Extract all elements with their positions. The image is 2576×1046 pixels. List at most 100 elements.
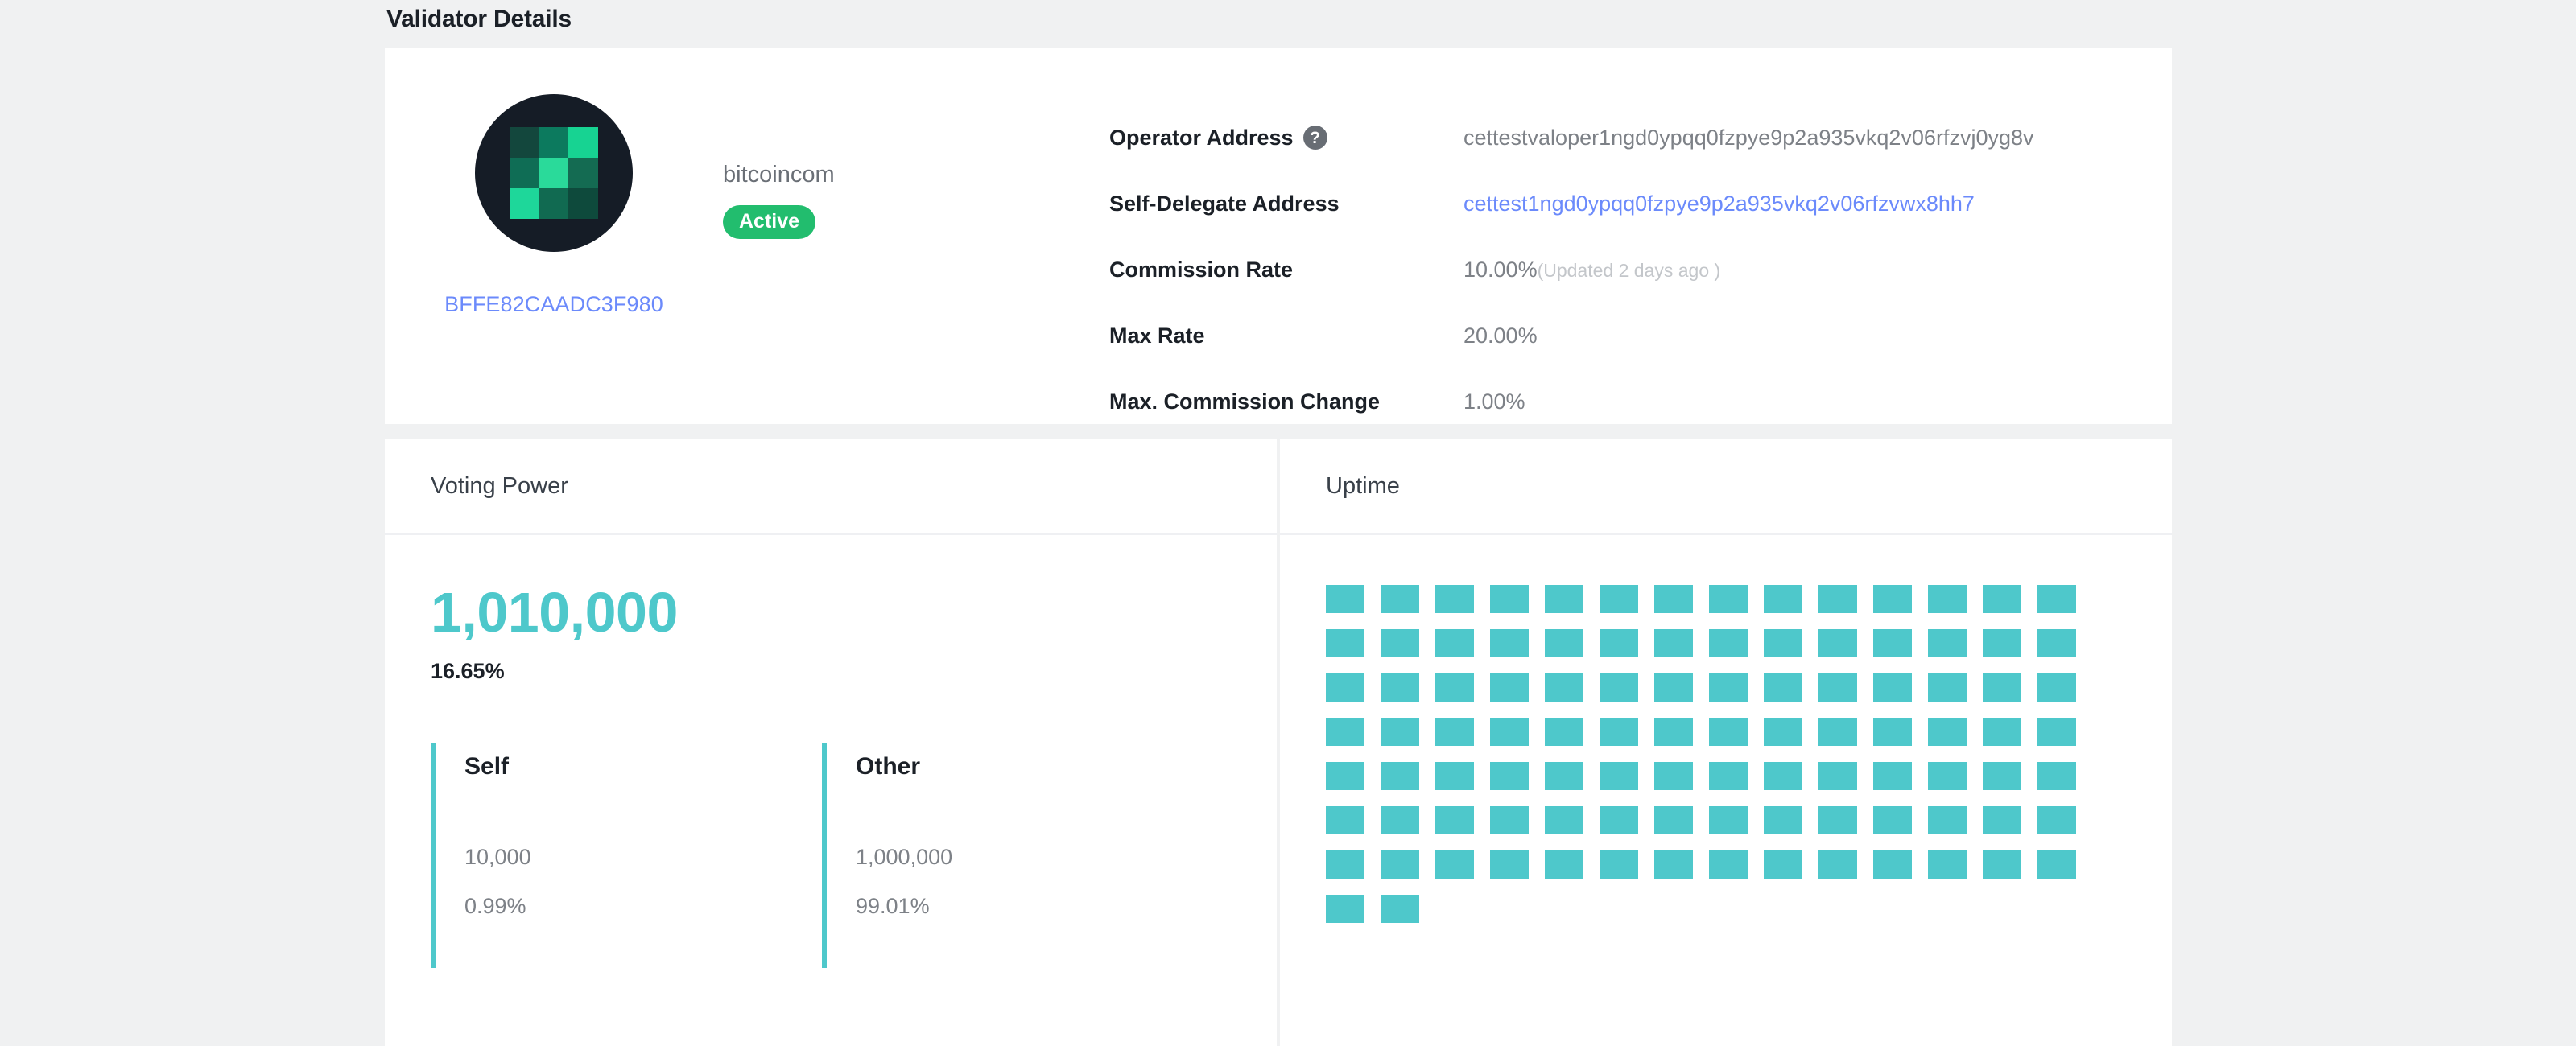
detail-value-link[interactable]: cettest1ngd0ypqq0fzpye9p2a935vkq2v06rfzv… bbox=[1463, 191, 1975, 216]
uptime-block[interactable] bbox=[1545, 762, 1583, 790]
uptime-block[interactable] bbox=[1818, 762, 1857, 790]
uptime-block[interactable] bbox=[1709, 585, 1748, 613]
uptime-block[interactable] bbox=[1709, 629, 1748, 657]
uptime-block[interactable] bbox=[2037, 850, 2076, 879]
uptime-block[interactable] bbox=[1326, 718, 1364, 746]
uptime-block[interactable] bbox=[1654, 718, 1693, 746]
uptime-block[interactable] bbox=[1381, 673, 1419, 702]
uptime-block[interactable] bbox=[1490, 762, 1529, 790]
uptime-block[interactable] bbox=[1326, 673, 1364, 702]
uptime-block[interactable] bbox=[1435, 850, 1474, 879]
uptime-block[interactable] bbox=[1435, 806, 1474, 834]
uptime-block[interactable] bbox=[1435, 762, 1474, 790]
uptime-block[interactable] bbox=[1873, 585, 1912, 613]
uptime-block[interactable] bbox=[1545, 718, 1583, 746]
uptime-block[interactable] bbox=[2037, 806, 2076, 834]
uptime-block[interactable] bbox=[1873, 673, 1912, 702]
uptime-block[interactable] bbox=[1818, 673, 1857, 702]
uptime-block[interactable] bbox=[1709, 806, 1748, 834]
uptime-block[interactable] bbox=[1326, 895, 1364, 923]
uptime-block[interactable] bbox=[1654, 585, 1693, 613]
uptime-block[interactable] bbox=[1709, 673, 1748, 702]
uptime-block[interactable] bbox=[1983, 762, 2021, 790]
uptime-block[interactable] bbox=[1490, 850, 1529, 879]
uptime-block[interactable] bbox=[1490, 585, 1529, 613]
uptime-block[interactable] bbox=[1873, 806, 1912, 834]
uptime-block[interactable] bbox=[1764, 629, 1802, 657]
uptime-block[interactable] bbox=[1818, 850, 1857, 879]
uptime-block[interactable] bbox=[1545, 806, 1583, 834]
uptime-block[interactable] bbox=[1928, 673, 1967, 702]
uptime-block[interactable] bbox=[1654, 673, 1693, 702]
uptime-block[interactable] bbox=[1435, 673, 1474, 702]
uptime-block[interactable] bbox=[1818, 629, 1857, 657]
uptime-block[interactable] bbox=[1381, 850, 1419, 879]
uptime-block[interactable] bbox=[1983, 629, 2021, 657]
uptime-block[interactable] bbox=[1764, 762, 1802, 790]
uptime-block[interactable] bbox=[1928, 806, 1967, 834]
uptime-block[interactable] bbox=[1983, 718, 2021, 746]
uptime-block[interactable] bbox=[1709, 850, 1748, 879]
uptime-block[interactable] bbox=[1545, 673, 1583, 702]
uptime-block[interactable] bbox=[1873, 850, 1912, 879]
uptime-block[interactable] bbox=[1600, 629, 1638, 657]
uptime-block[interactable] bbox=[1928, 718, 1967, 746]
uptime-block[interactable] bbox=[1818, 806, 1857, 834]
uptime-block[interactable] bbox=[1381, 806, 1419, 834]
uptime-block[interactable] bbox=[1600, 762, 1638, 790]
uptime-block[interactable] bbox=[1873, 629, 1912, 657]
uptime-block[interactable] bbox=[1600, 806, 1638, 834]
uptime-block[interactable] bbox=[1873, 762, 1912, 790]
uptime-block[interactable] bbox=[1764, 673, 1802, 702]
uptime-block[interactable] bbox=[1983, 585, 2021, 613]
uptime-block[interactable] bbox=[1490, 718, 1529, 746]
uptime-block[interactable] bbox=[1435, 585, 1474, 613]
uptime-block[interactable] bbox=[1983, 673, 2021, 702]
uptime-block[interactable] bbox=[1764, 718, 1802, 746]
uptime-block[interactable] bbox=[1381, 762, 1419, 790]
uptime-block[interactable] bbox=[1326, 585, 1364, 613]
uptime-block[interactable] bbox=[1928, 850, 1967, 879]
uptime-block[interactable] bbox=[1654, 629, 1693, 657]
uptime-block[interactable] bbox=[1818, 585, 1857, 613]
uptime-block[interactable] bbox=[1709, 762, 1748, 790]
validator-hash-link[interactable]: BFFE82CAADC3F980 bbox=[444, 292, 663, 317]
uptime-block[interactable] bbox=[2037, 718, 2076, 746]
uptime-block[interactable] bbox=[1983, 850, 2021, 879]
uptime-block[interactable] bbox=[1490, 673, 1529, 702]
uptime-block[interactable] bbox=[1600, 718, 1638, 746]
uptime-block[interactable] bbox=[2037, 585, 2076, 613]
uptime-block[interactable] bbox=[1545, 629, 1583, 657]
uptime-block[interactable] bbox=[1381, 718, 1419, 746]
uptime-block[interactable] bbox=[1873, 718, 1912, 746]
uptime-block[interactable] bbox=[1326, 629, 1364, 657]
uptime-block[interactable] bbox=[1764, 806, 1802, 834]
uptime-block[interactable] bbox=[1545, 585, 1583, 613]
uptime-block[interactable] bbox=[1600, 673, 1638, 702]
uptime-block[interactable] bbox=[2037, 629, 2076, 657]
uptime-block[interactable] bbox=[1326, 762, 1364, 790]
uptime-block[interactable] bbox=[1326, 850, 1364, 879]
uptime-block[interactable] bbox=[1764, 850, 1802, 879]
uptime-block[interactable] bbox=[1545, 850, 1583, 879]
uptime-block[interactable] bbox=[1928, 629, 1967, 657]
uptime-block[interactable] bbox=[1818, 718, 1857, 746]
uptime-block[interactable] bbox=[1928, 585, 1967, 613]
uptime-block[interactable] bbox=[2037, 673, 2076, 702]
uptime-block[interactable] bbox=[1381, 629, 1419, 657]
uptime-block[interactable] bbox=[1600, 850, 1638, 879]
uptime-block[interactable] bbox=[1435, 629, 1474, 657]
help-icon[interactable]: ? bbox=[1302, 126, 1327, 150]
uptime-block[interactable] bbox=[1928, 762, 1967, 790]
uptime-block[interactable] bbox=[1600, 585, 1638, 613]
uptime-block[interactable] bbox=[1490, 629, 1529, 657]
uptime-block[interactable] bbox=[2037, 762, 2076, 790]
uptime-block[interactable] bbox=[1654, 806, 1693, 834]
uptime-block[interactable] bbox=[1764, 585, 1802, 613]
uptime-block[interactable] bbox=[1654, 762, 1693, 790]
uptime-block[interactable] bbox=[1381, 585, 1419, 613]
uptime-block[interactable] bbox=[1983, 806, 2021, 834]
uptime-block[interactable] bbox=[1709, 718, 1748, 746]
uptime-block[interactable] bbox=[1381, 895, 1419, 923]
uptime-block[interactable] bbox=[1490, 806, 1529, 834]
